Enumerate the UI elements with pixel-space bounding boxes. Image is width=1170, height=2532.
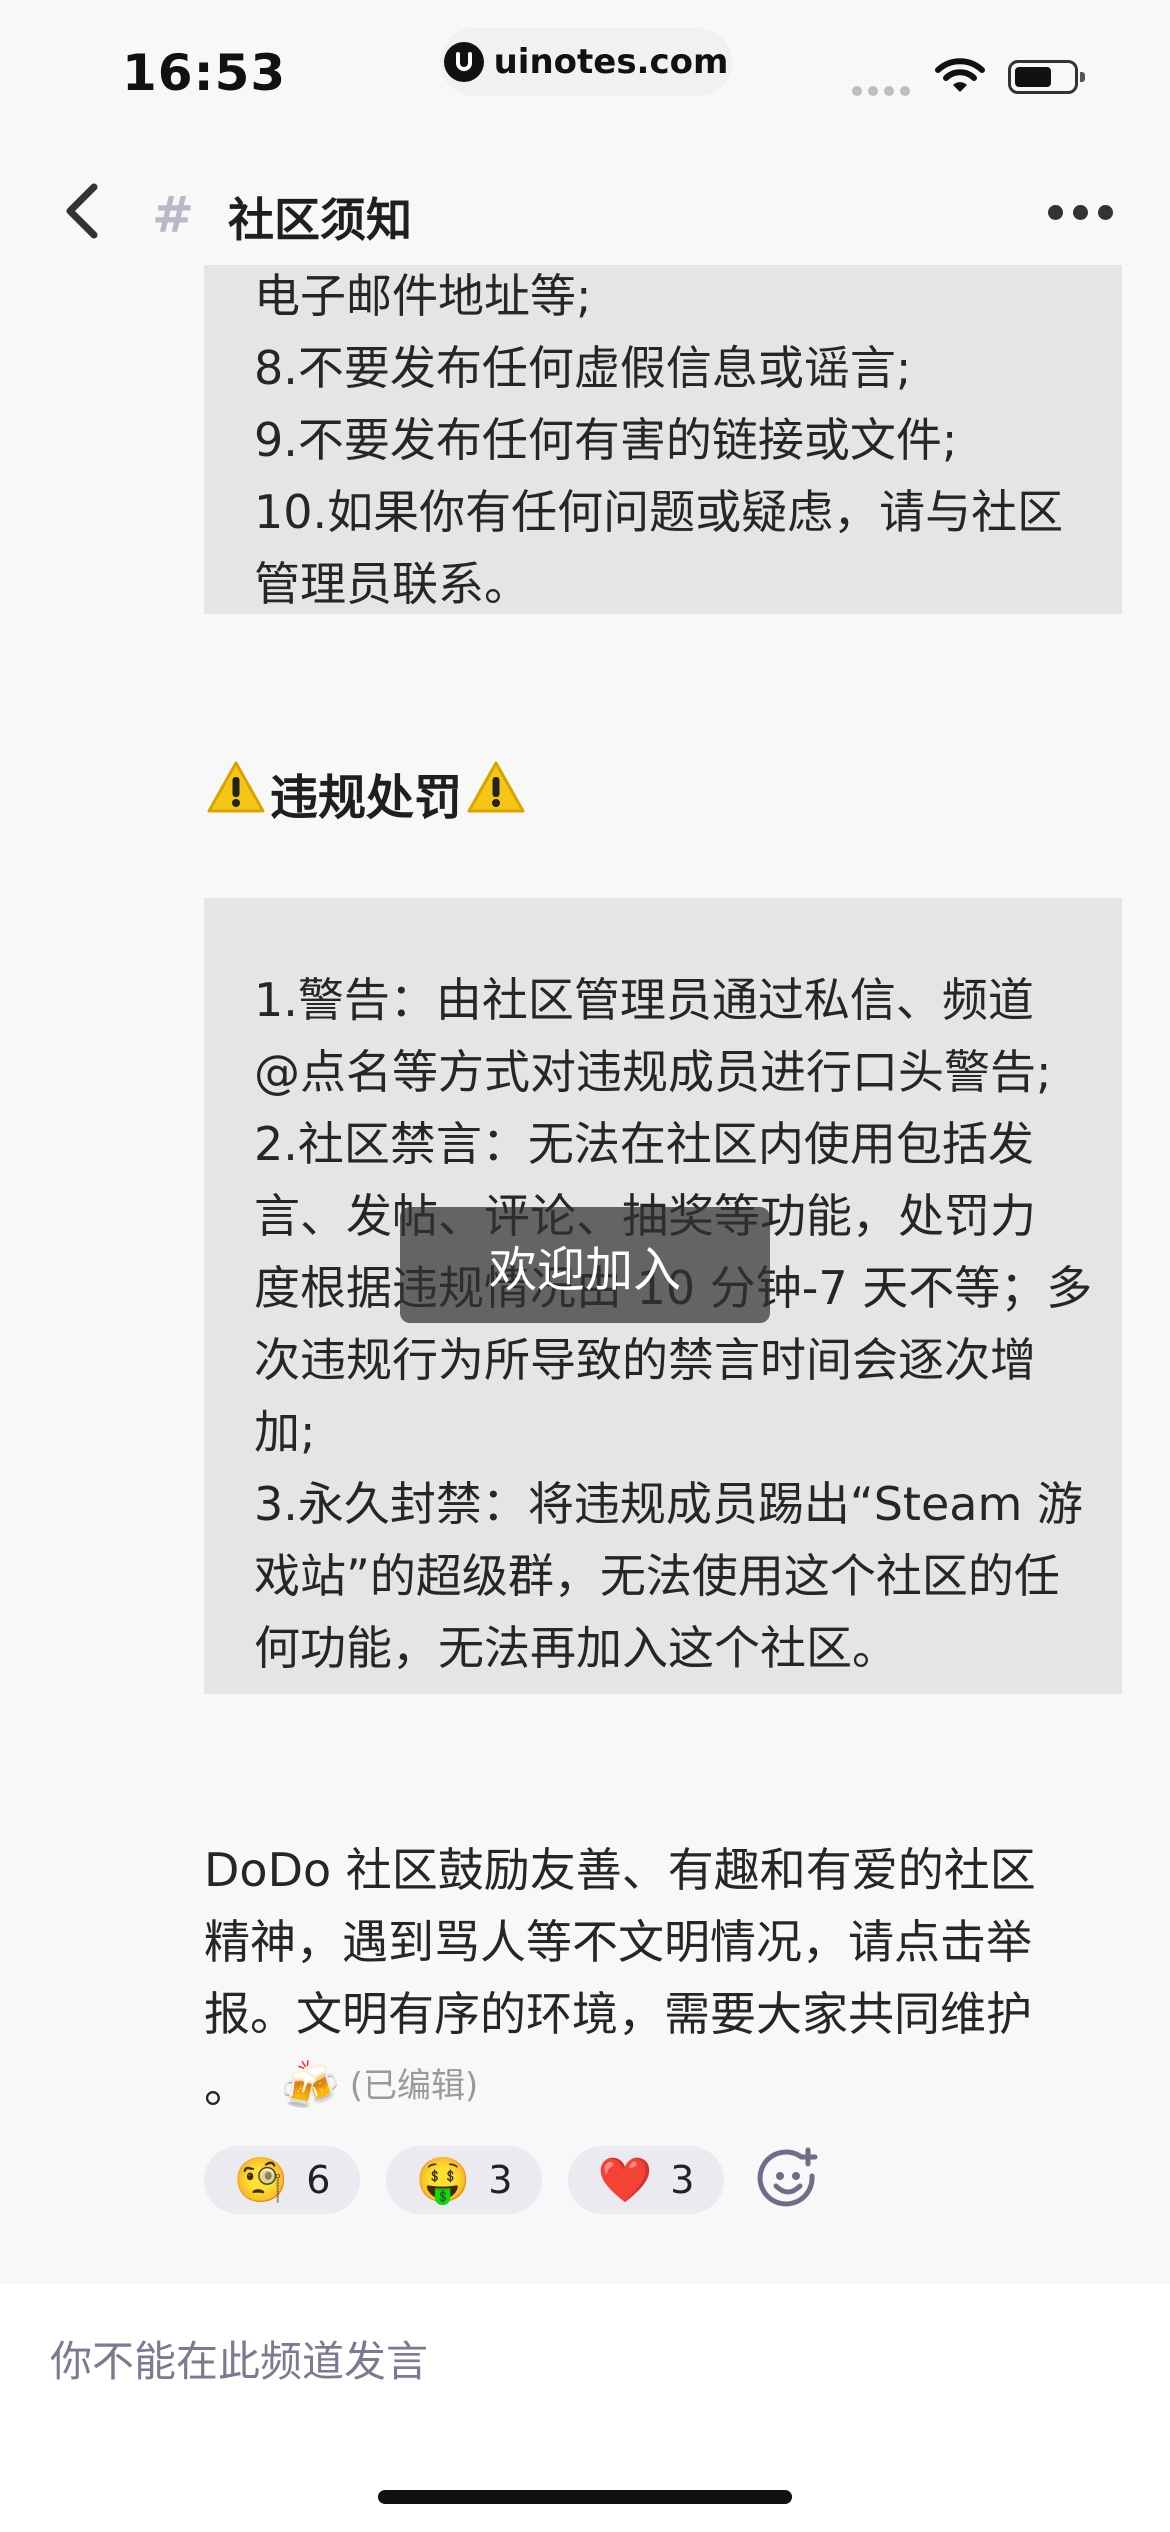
penalty-line: 1.警告：由社区管理员通过私信、频道 xyxy=(254,973,1034,1027)
reaction-count: 3 xyxy=(488,2158,513,2202)
penalty-line: 3.永久封禁：将违规成员踢出“Steam 游 xyxy=(254,1477,1083,1531)
channel-title: 社区须知 xyxy=(228,193,412,247)
reaction-chip-heart[interactable]: ❤️ 3 xyxy=(568,2146,724,2214)
channel-hash-icon: # xyxy=(152,186,194,244)
battery-icon xyxy=(1008,60,1085,94)
reaction-chip-money-mouth[interactable]: 🤑 3 xyxy=(386,2146,542,2214)
rules-line: 8.不要发布任何虚假信息或谣言; xyxy=(254,341,912,395)
add-reaction-button[interactable] xyxy=(754,2146,822,2214)
beer-mugs-icon: 🍻 xyxy=(280,2058,340,2114)
penalty-line: 何功能，无法再加入这个社区。 xyxy=(254,1621,898,1675)
penalty-line: 次违规行为所导致的禁言时间会逐次增 xyxy=(254,1333,1036,1387)
channel-header: # 社区须知 xyxy=(0,160,1170,265)
more-dot xyxy=(1073,205,1088,220)
warning-icon xyxy=(206,760,266,826)
rules-text-block: 电子邮件地址等; 8.不要发布任何虚假信息或谣言; 9.不要发布任何有害的链接或… xyxy=(204,260,1122,614)
penalty-line: 2.社区禁言：无法在社区内使用包括发 xyxy=(254,1117,1034,1171)
reaction-bar: 🧐 6 🤑 3 ❤️ 3 xyxy=(204,2146,822,2214)
url-pill[interactable]: uinotes.com xyxy=(440,28,732,96)
rules-line: 9.不要发布任何有害的链接或文件; xyxy=(254,413,958,467)
heart-icon: ❤️ xyxy=(597,2155,653,2206)
reaction-chip-monocle[interactable]: 🧐 6 xyxy=(204,2146,360,2214)
site-logo-icon xyxy=(443,42,484,82)
penalty-line: 加; xyxy=(254,1405,316,1459)
rules-line: 管理员联系。 xyxy=(254,557,530,611)
add-emoji-icon xyxy=(756,2146,820,2214)
closing-line: 精神，遇到骂人等不文明情况，请点击举 xyxy=(204,1915,1032,1969)
penalty-heading: 违规处罚 xyxy=(206,758,526,828)
rules-line: 电子邮件地址等; xyxy=(254,269,592,323)
rules-line: 10.如果你有任何问题或疑虑，请与社区 xyxy=(254,485,1064,539)
cellular-signal-icon xyxy=(852,86,910,96)
more-options-button[interactable] xyxy=(1048,205,1113,220)
chevron-left-icon xyxy=(62,181,102,245)
warning-icon xyxy=(466,760,526,826)
closing-last-line: 。 🍻 (已编辑) xyxy=(204,2050,478,2122)
status-time: 16:53 xyxy=(122,44,287,102)
more-dot xyxy=(1098,205,1113,220)
closing-line: 。 xyxy=(204,2059,250,2113)
no-permission-notice: 你不能在此频道发言 xyxy=(50,2337,429,2386)
wifi-icon xyxy=(934,58,986,100)
penalty-line: @点名等方式对违规成员进行口头警告; xyxy=(254,1045,1052,1099)
closing-line: DoDo 社区鼓励友善、有趣和有爱的社区 xyxy=(204,1843,1036,1897)
money-mouth-face-icon: 🤑 xyxy=(415,2155,471,2206)
welcome-toast: 欢迎加入 xyxy=(400,1207,770,1323)
penalty-heading-text: 违规处罚 xyxy=(270,770,463,826)
toast-text: 欢迎加入 xyxy=(488,1242,681,1298)
penalty-line: 戏站”的超级群，无法使用这个社区的任 xyxy=(254,1549,1060,1603)
reaction-count: 6 xyxy=(306,2158,331,2202)
back-button[interactable] xyxy=(52,180,112,246)
more-dot xyxy=(1048,205,1063,220)
status-bar: 16:53 uinotes.com xyxy=(0,0,1170,140)
closing-line: 报。文明有序的环境，需要大家共同维护 xyxy=(204,1987,1032,2041)
app-screen: 16:53 uinotes.com # 社区须知 电子邮件地址等; 8.不要发布… xyxy=(0,0,1170,2532)
reaction-count: 3 xyxy=(670,2158,695,2202)
message-input-area: 你不能在此频道发言 xyxy=(0,2284,1170,2532)
url-text: uinotes.com xyxy=(493,42,729,82)
edited-label: (已编辑) xyxy=(349,2066,479,2106)
home-indicator xyxy=(378,2490,792,2504)
monocle-face-icon: 🧐 xyxy=(233,2155,289,2206)
